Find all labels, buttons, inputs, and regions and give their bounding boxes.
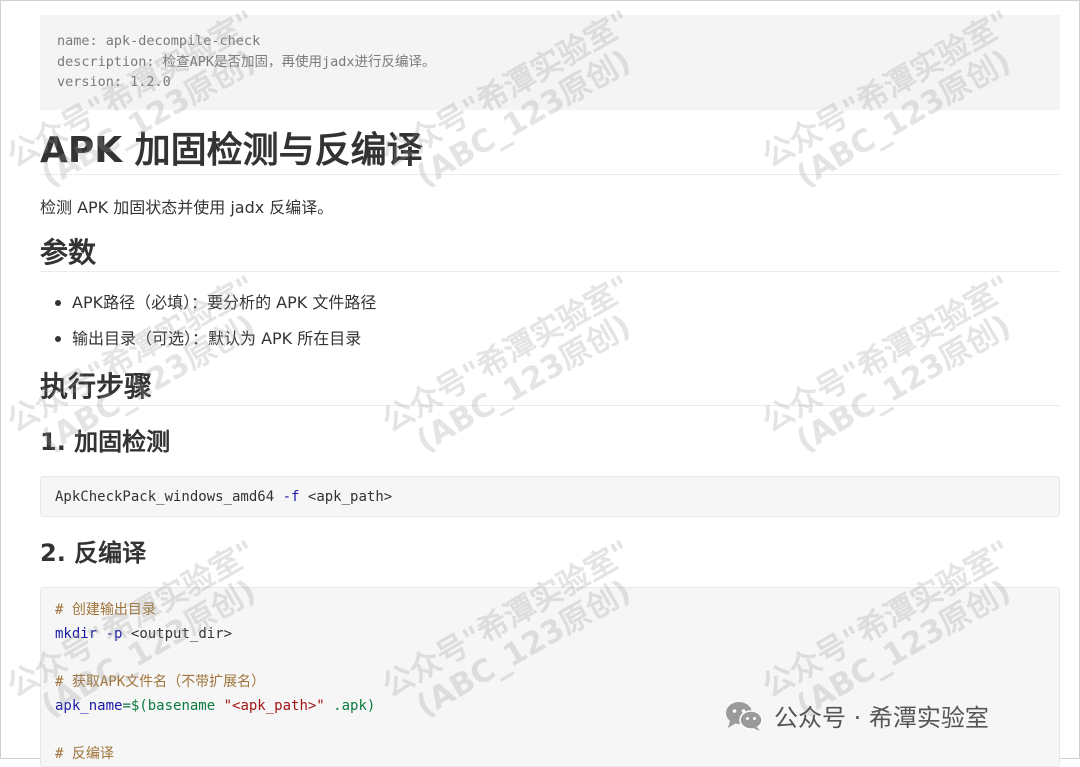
code-comment: # 创建输出目录: [55, 602, 156, 618]
step2-heading: 2. 反编译: [40, 539, 147, 567]
code-command: ApkCheckPack_windows_amd64: [55, 489, 275, 505]
steps-heading: 执行步骤: [40, 369, 1060, 406]
step2-code-block[interactable]: # 创建输出目录 mkdir -p <output_dir> # 获取APK文件…: [40, 587, 1060, 767]
code-tail: .apk): [324, 698, 376, 714]
code-string: "<apk_path>": [223, 698, 325, 714]
params-list: APK路径（必填）：要分析的 APK 文件路径 输出目录（可选）：默认为 APK…: [40, 290, 376, 362]
wechat-icon: [724, 700, 764, 732]
front-matter-description: description: 检查APK是否加固，再使用jadx进行反编译。: [57, 53, 436, 70]
code-comment: # 获取APK文件名（不带扩展名）: [55, 674, 266, 690]
code-variable: apk_name: [55, 698, 123, 714]
intro-text: 检测 APK 加固状态并使用 jadx 反编译。: [40, 198, 334, 217]
code-arg: <apk_path>: [307, 489, 393, 505]
code-arg: <output_dir>: [130, 626, 233, 642]
code-flag: -f: [282, 489, 300, 505]
list-item: 输出目录（可选）：默认为 APK 所在目录: [40, 326, 376, 362]
step1-heading: 1. 加固检测: [40, 428, 171, 456]
brand-footer: 公众号 · 希潭实验室: [724, 698, 989, 733]
code-command: mkdir: [55, 626, 98, 642]
step1-code-block[interactable]: ApkCheckPack_windows_amd64 -f <apk_path>: [40, 476, 1060, 517]
code-line: ApkCheckPack_windows_amd64 -f <apk_path>: [55, 487, 1045, 511]
list-item: APK路径（必填）：要分析的 APK 文件路径: [40, 290, 376, 326]
brand-text: 公众号 · 希潭实验室: [774, 704, 989, 732]
front-matter-block: name: apk-decompile-check description: 检…: [40, 15, 1060, 110]
code-flag: -p: [105, 626, 123, 642]
page-title: APK 加固检测与反编译: [40, 128, 1060, 175]
code-assign: =$(basename: [122, 698, 224, 714]
front-matter-name: name: apk-decompile-check: [57, 33, 261, 49]
front-matter-version: version: 1.2.0: [57, 74, 171, 90]
code-line: mkdir -p <output_dir>: [55, 622, 1045, 646]
code-comment: # 反编译: [55, 746, 114, 762]
params-heading: 参数: [40, 235, 1060, 272]
